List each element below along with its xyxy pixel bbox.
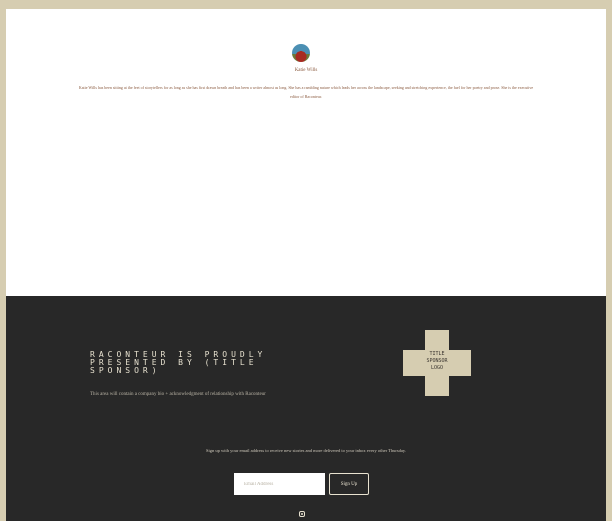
logo-text: TITLE SPONSOR LOGO — [403, 351, 471, 372]
newsletter-signup-text: Sign up with your email address to recei… — [206, 448, 406, 453]
logo-text-line-2: SPONSOR — [426, 358, 448, 364]
sign-up-button[interactable]: Sign Up — [329, 473, 369, 495]
title-sponsor-logo[interactable]: TITLE SPONSOR LOGO — [403, 330, 471, 396]
page-frame: Katie Wills Katie Wills has been sitting… — [6, 9, 606, 521]
sponsor-heading: RACONTEUR IS PROUDLY PRESENTED BY (TITLE… — [90, 350, 267, 375]
instagram-icon[interactable] — [299, 511, 305, 517]
author-bio: Katie Wills has been sitting at the feet… — [78, 85, 534, 99]
author-section: Katie Wills Katie Wills has been sitting… — [6, 9, 606, 296]
logo-text-line-3: LOGO — [430, 365, 444, 371]
author-name: Katie Wills — [294, 68, 318, 73]
logo-text-line-1: TITLE — [429, 351, 445, 357]
email-address-input[interactable] — [234, 473, 325, 495]
footer: RACONTEUR IS PROUDLY PRESENTED BY (TITLE… — [6, 296, 606, 521]
author-avatar — [292, 44, 310, 62]
sponsor-description: This area will contain a company bio + a… — [90, 392, 266, 397]
